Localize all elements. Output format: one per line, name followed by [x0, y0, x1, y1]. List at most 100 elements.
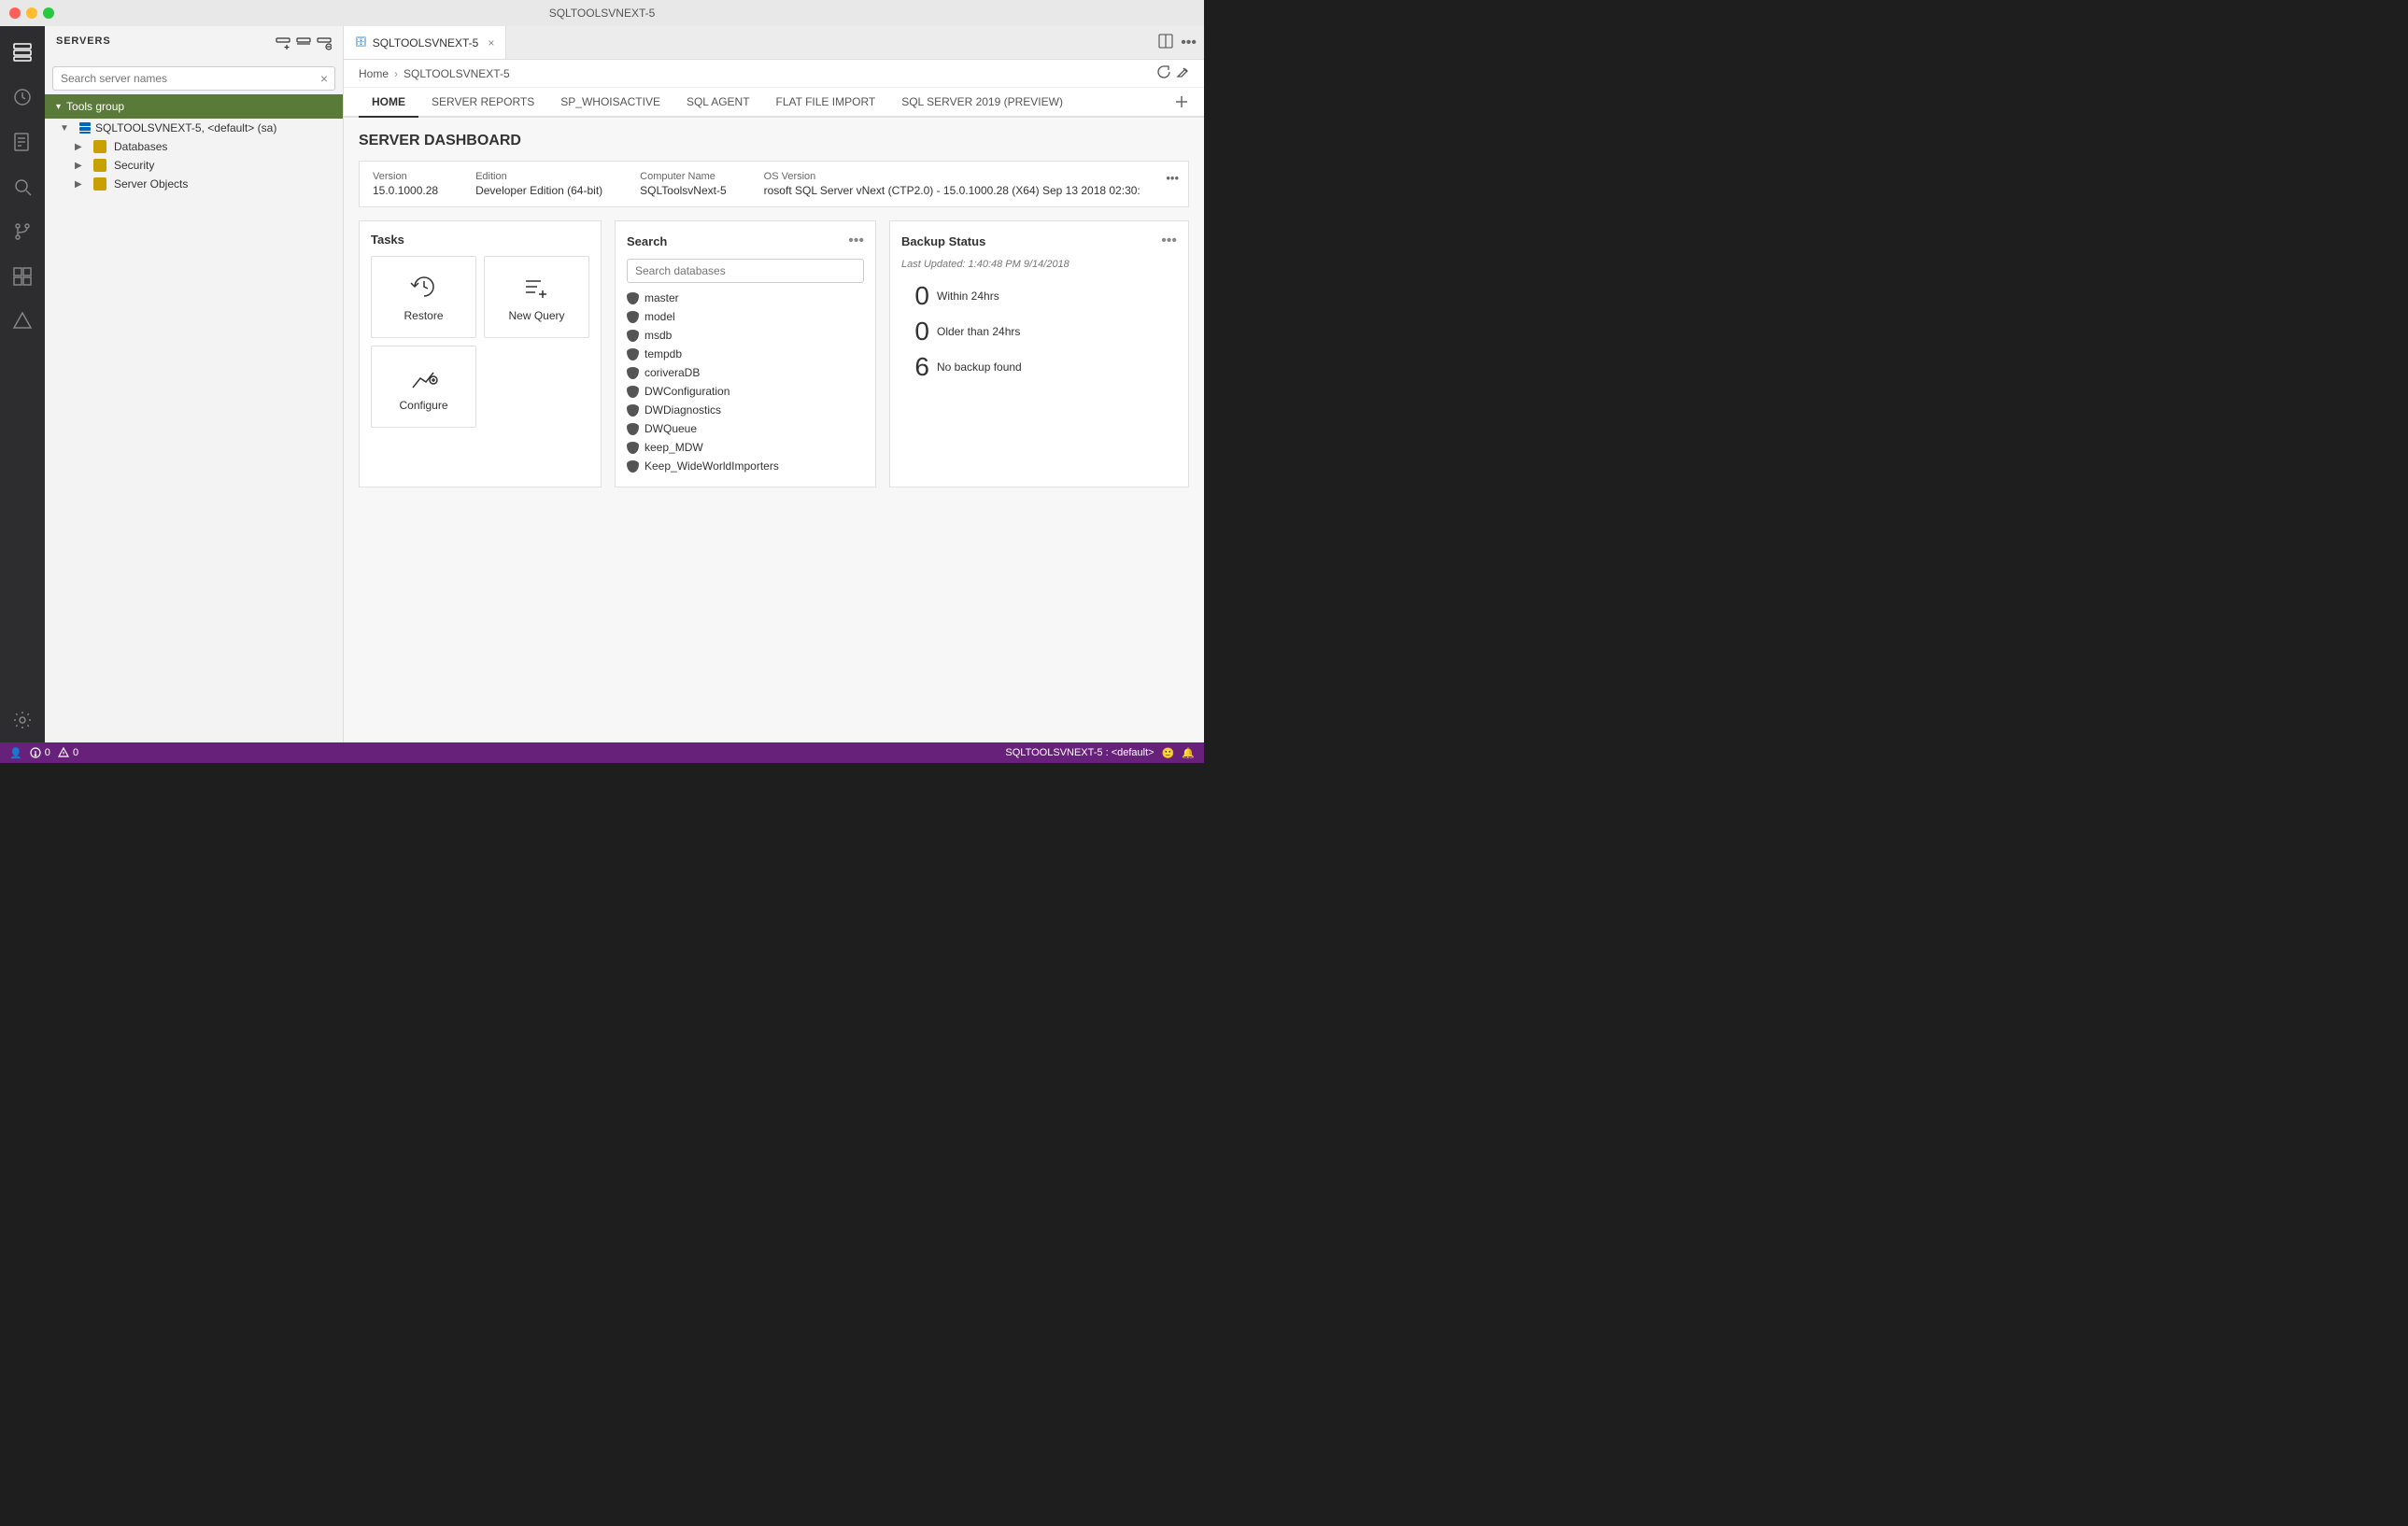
db-cylinder-icon: [627, 423, 639, 435]
search-input[interactable]: [52, 66, 335, 91]
breadcrumb: Home › SQLTOOLSVNEXT-5: [344, 60, 1204, 88]
breadcrumb-server[interactable]: SQLTOOLSVNEXT-5: [404, 67, 510, 80]
dashboard: SERVER DASHBOARD Version 15.0.1000.28 Ed…: [344, 118, 1204, 742]
expander-icon: ▼: [60, 123, 75, 134]
search-panel-header: Search •••: [627, 233, 864, 249]
backup-stats: 0Within 24hrs0Older than 24hrs6No backup…: [901, 281, 1177, 382]
tree-server-objects[interactable]: ▶ Server Objects: [45, 175, 343, 193]
search-panel: Search ••• mastermodelmsdbtempdbcorivera…: [615, 220, 876, 487]
security-label: Security: [114, 159, 154, 172]
status-warnings: 0: [58, 747, 78, 758]
list-item[interactable]: DWConfiguration: [627, 382, 864, 401]
activity-profiler[interactable]: [4, 303, 41, 340]
server-objects-label: Server Objects: [114, 177, 188, 191]
status-left: 👤 0 0: [9, 747, 78, 759]
security-expander: ▶: [75, 161, 90, 171]
list-item[interactable]: master: [627, 289, 864, 307]
new-server-icon[interactable]: [276, 35, 290, 53]
editor-area: 🗄 SQLTOOLSVNEXT-5 × ••• Home: [344, 26, 1204, 742]
tab-home[interactable]: HOME: [359, 88, 418, 118]
edit-icon[interactable]: [1176, 65, 1189, 81]
tools-group[interactable]: ▾ Tools group: [45, 94, 343, 119]
tab-flat-file-import[interactable]: FLAT FILE IMPORT: [763, 88, 889, 118]
list-item[interactable]: Keep_WideWorldImporters: [627, 457, 864, 475]
tab-sql-agent[interactable]: SQL AGENT: [673, 88, 763, 118]
close-button[interactable]: [9, 7, 21, 19]
server-info-more[interactable]: •••: [1166, 171, 1179, 185]
server-icon: [78, 121, 92, 134]
new-query-label: New Query: [508, 309, 564, 322]
database-search-input[interactable]: [627, 259, 864, 283]
databases-label: Databases: [114, 140, 167, 153]
split-editor-icon[interactable]: [1158, 34, 1173, 51]
tree-security[interactable]: ▶ Security: [45, 156, 343, 175]
backup-count: 0: [901, 281, 929, 311]
server-label: SQLTOOLSVNEXT-5, <default> (sa): [95, 121, 276, 134]
activity-query[interactable]: [4, 123, 41, 161]
os-label: OS Version: [764, 171, 1175, 182]
tab-label: SQLTOOLSVNEXT-5: [373, 36, 479, 49]
dashboard-title: SERVER DASHBOARD: [359, 133, 1189, 149]
window-controls[interactable]: [9, 7, 54, 19]
list-item[interactable]: model: [627, 307, 864, 326]
activity-search[interactable]: [4, 168, 41, 205]
tree-server[interactable]: ▼ SQLTOOLSVNEXT-5, <default> (sa): [45, 119, 343, 137]
backup-label: Within 24hrs: [937, 290, 999, 303]
search-title: Search: [627, 234, 848, 248]
edition-group: Edition Developer Edition (64-bit): [475, 171, 602, 197]
db-cylinder-icon: [627, 386, 639, 398]
activity-history[interactable]: [4, 78, 41, 116]
status-right: SQLTOOLSVNEXT-5 : <default> 🙂 🔔: [1005, 747, 1195, 759]
backup-more-button[interactable]: •••: [1161, 233, 1177, 249]
list-item[interactable]: msdb: [627, 326, 864, 345]
backup-stat-item: 0Older than 24hrs: [901, 317, 1177, 346]
window-title: SQLTOOLSVNEXT-5: [549, 7, 656, 20]
maximize-button[interactable]: [43, 7, 54, 19]
status-connection: SQLTOOLSVNEXT-5 : <default>: [1005, 747, 1154, 758]
breadcrumb-sep: ›: [394, 67, 398, 80]
search-clear-icon[interactable]: ×: [320, 71, 328, 86]
version-value: 15.0.1000.28: [373, 184, 438, 197]
tab-sp-whoisactive[interactable]: SP_WHOISACTIVE: [547, 88, 673, 118]
backup-count: 6: [901, 352, 929, 382]
tab-sqltoolsvnext[interactable]: 🗄 SQLTOOLSVNEXT-5 ×: [344, 26, 506, 59]
titlebar: SQLTOOLSVNEXT-5: [0, 0, 1204, 26]
search-more-button[interactable]: •••: [848, 233, 864, 249]
connect-icon[interactable]: [296, 35, 311, 53]
list-item[interactable]: keep_MDW: [627, 438, 864, 457]
task-new-query[interactable]: New Query: [484, 256, 589, 338]
sidebar-search-container: ×: [45, 63, 343, 94]
db-cylinder-icon: [627, 442, 639, 454]
task-restore[interactable]: Restore: [371, 256, 476, 338]
activity-git[interactable]: [4, 213, 41, 250]
task-configure[interactable]: Configure: [371, 346, 476, 428]
refresh-icon[interactable]: [1157, 65, 1170, 81]
minimize-button[interactable]: [26, 7, 37, 19]
backup-panel-header: Backup Status •••: [901, 233, 1177, 249]
activity-settings[interactable]: [4, 701, 41, 739]
db-cylinder-icon: [627, 292, 639, 304]
server-objects-expander: ▶: [75, 179, 90, 190]
tab-close-button[interactable]: ×: [488, 36, 494, 49]
edition-label: Edition: [475, 171, 602, 182]
tab-bar: 🗄 SQLTOOLSVNEXT-5 × •••: [344, 26, 1204, 60]
tab-server-reports[interactable]: SERVER REPORTS: [418, 88, 547, 118]
tab-sql-server-2019[interactable]: SQL SERVER 2019 (PREVIEW): [888, 88, 1076, 118]
more-actions-icon[interactable]: •••: [1181, 35, 1197, 51]
list-item[interactable]: tempdb: [627, 345, 864, 363]
status-bell-icon: 🔔: [1182, 747, 1195, 759]
tree-databases[interactable]: ▶ Databases: [45, 137, 343, 156]
configure-label: Configure: [399, 399, 447, 412]
sidebar-action-icon[interactable]: [317, 35, 332, 53]
activity-extensions[interactable]: [4, 258, 41, 295]
activity-servers[interactable]: [4, 34, 41, 71]
status-errors: 0: [30, 747, 50, 758]
version-label: Version: [373, 171, 438, 182]
add-tab-button[interactable]: [1174, 94, 1189, 109]
breadcrumb-home[interactable]: Home: [359, 67, 389, 80]
list-item[interactable]: coriveraDB: [627, 363, 864, 382]
list-item[interactable]: DWDiagnostics: [627, 401, 864, 419]
list-item[interactable]: DWQueue: [627, 419, 864, 438]
server-info-panel: Version 15.0.1000.28 Edition Developer E…: [359, 161, 1189, 207]
tools-group-label: Tools group: [66, 100, 124, 113]
